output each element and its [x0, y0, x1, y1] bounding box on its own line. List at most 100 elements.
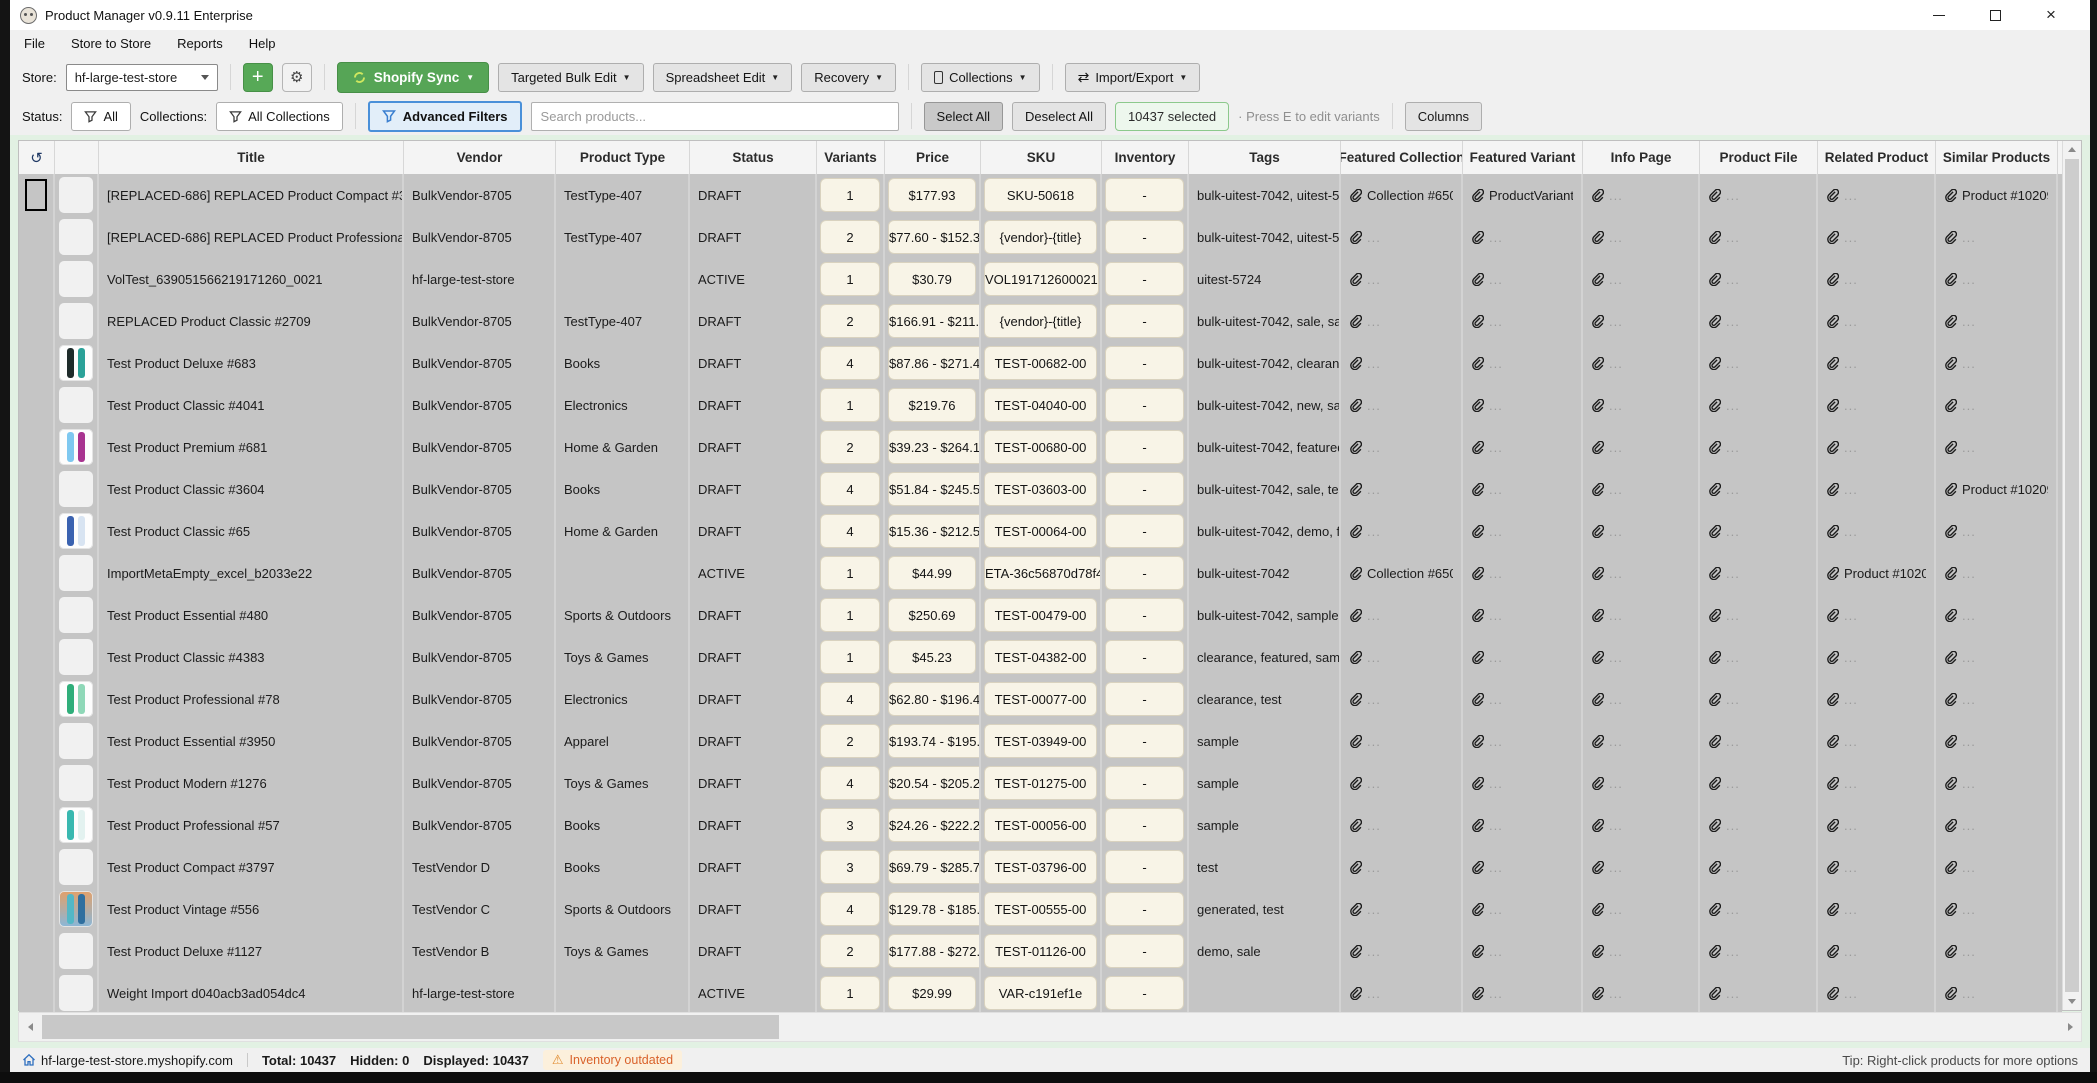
- row-select-cell[interactable]: [19, 846, 55, 888]
- similar-products-link[interactable]: ...: [1936, 804, 2058, 846]
- row-select-cell[interactable]: [19, 510, 55, 552]
- header-col-product-file[interactable]: Product File: [1700, 141, 1818, 174]
- featured-collection-link[interactable]: ...: [1341, 384, 1463, 426]
- row-select-cell[interactable]: [19, 174, 55, 216]
- featured-variant-link[interactable]: ...: [1463, 762, 1583, 804]
- row-select-cell[interactable]: [19, 426, 55, 468]
- select-cell[interactable]: [25, 389, 47, 421]
- select-cell[interactable]: [25, 431, 47, 463]
- table-row[interactable]: Test Product Classic #4041 BulkVendor-870…: [19, 384, 2062, 426]
- select-cell[interactable]: [25, 641, 47, 673]
- table-row[interactable]: [REPLACED-686] REPLACED Product Professi…: [19, 216, 2062, 258]
- sku-value[interactable]: SKU-50618: [984, 178, 1097, 212]
- product-file-link[interactable]: ...: [1700, 846, 1818, 888]
- product-file-link[interactable]: ...: [1700, 300, 1818, 342]
- related-product-link[interactable]: ...: [1818, 678, 1936, 720]
- variants-value[interactable]: 1: [820, 262, 880, 296]
- product-image-cell[interactable]: [55, 426, 99, 468]
- header-col-similar-products[interactable]: Similar Products: [1936, 141, 2058, 174]
- similar-products-link[interactable]: ...: [1936, 510, 2058, 552]
- sku-value[interactable]: TEST-04382-00: [984, 640, 1097, 674]
- info-page-link[interactable]: ...: [1583, 636, 1700, 678]
- add-store-button[interactable]: +: [242, 62, 273, 92]
- featured-variant-link[interactable]: ...: [1463, 258, 1583, 300]
- sku-value[interactable]: TEST-00682-00: [984, 346, 1097, 380]
- related-product-link[interactable]: ...: [1818, 888, 1936, 930]
- featured-collection-link[interactable]: ...: [1341, 972, 1463, 1014]
- product-image-cell[interactable]: [55, 300, 99, 342]
- select-cell[interactable]: [25, 851, 47, 883]
- table-row[interactable]: Test Product Deluxe #683 BulkVendor-8705 B…: [19, 342, 2062, 384]
- price-value[interactable]: $20.54 - $205.22: [888, 766, 979, 800]
- info-page-link[interactable]: ...: [1583, 678, 1700, 720]
- featured-variant-link[interactable]: ...: [1463, 678, 1583, 720]
- sku-value[interactable]: VOL191712600021: [984, 262, 1099, 296]
- price-value[interactable]: $87.86 - $271.48: [888, 346, 979, 380]
- featured-collection-link[interactable]: ...: [1341, 258, 1463, 300]
- row-select-cell[interactable]: [19, 468, 55, 510]
- related-product-link[interactable]: ...: [1818, 342, 1936, 384]
- table-row[interactable]: Test Product Professional #78 BulkVendor-…: [19, 678, 2062, 720]
- header-col-title[interactable]: Title: [99, 141, 404, 174]
- header-col-info-page[interactable]: Info Page: [1583, 141, 1700, 174]
- similar-products-link[interactable]: ...: [1936, 216, 2058, 258]
- price-value[interactable]: $44.99: [888, 556, 976, 590]
- inventory-value[interactable]: -: [1105, 850, 1184, 884]
- select-cell[interactable]: [25, 347, 47, 379]
- menu-store-to-store[interactable]: Store to Store: [71, 36, 151, 51]
- price-value[interactable]: $15.36 - $212.53: [888, 514, 979, 548]
- variants-value[interactable]: 2: [820, 724, 880, 758]
- select-cell[interactable]: [25, 263, 47, 295]
- info-page-link[interactable]: ...: [1583, 552, 1700, 594]
- featured-variant-link[interactable]: ...: [1463, 636, 1583, 678]
- inventory-value[interactable]: -: [1105, 808, 1184, 842]
- select-cell[interactable]: [25, 557, 47, 589]
- similar-products-link[interactable]: ...: [1936, 300, 2058, 342]
- featured-variant-link[interactable]: ...: [1463, 804, 1583, 846]
- inventory-value[interactable]: -: [1105, 892, 1184, 926]
- info-page-link[interactable]: ...: [1583, 720, 1700, 762]
- price-value[interactable]: $29.99: [888, 976, 976, 1010]
- header-col-product-type[interactable]: Product Type: [556, 141, 690, 174]
- product-file-link[interactable]: ...: [1700, 510, 1818, 552]
- table-row[interactable]: Test Product Professional #57 BulkVendor-…: [19, 804, 2062, 846]
- similar-products-link[interactable]: ...: [1936, 972, 2058, 1014]
- advanced-filters-button[interactable]: Advanced Filters: [367, 100, 522, 132]
- sku-value[interactable]: TEST-00064-00: [984, 514, 1097, 548]
- similar-products-link[interactable]: ...: [1936, 426, 2058, 468]
- variants-value[interactable]: 1: [820, 178, 880, 212]
- product-file-link[interactable]: ...: [1700, 888, 1818, 930]
- variants-value[interactable]: 2: [820, 934, 880, 968]
- collections-menu-button[interactable]: Collections ▼: [921, 62, 1040, 92]
- featured-collection-link[interactable]: ...: [1341, 426, 1463, 468]
- featured-variant-link[interactable]: ...: [1463, 216, 1583, 258]
- product-file-link[interactable]: ...: [1700, 426, 1818, 468]
- price-value[interactable]: $250.69: [888, 598, 976, 632]
- price-value[interactable]: $69.79 - $285.77: [888, 850, 979, 884]
- maximize-button[interactable]: [1980, 4, 2010, 26]
- table-row[interactable]: Test Product Vintage #556 TestVendor C Spo…: [19, 888, 2062, 930]
- collections-filter-button[interactable]: All Collections: [216, 101, 343, 131]
- table-row[interactable]: REPLACED Product Classic #2709 BulkVendor…: [19, 300, 2062, 342]
- similar-products-link[interactable]: ...: [1936, 888, 2058, 930]
- featured-variant-link[interactable]: ...: [1463, 720, 1583, 762]
- minimize-button[interactable]: [1924, 4, 1954, 26]
- header-col-inventory[interactable]: Inventory: [1102, 141, 1189, 174]
- featured-variant-link[interactable]: ...: [1463, 552, 1583, 594]
- product-image-cell[interactable]: [55, 174, 99, 216]
- product-file-link[interactable]: ...: [1700, 678, 1818, 720]
- select-cell[interactable]: [25, 893, 47, 925]
- select-cell[interactable]: [25, 515, 47, 547]
- row-select-cell[interactable]: [19, 384, 55, 426]
- price-value[interactable]: $30.79: [888, 262, 976, 296]
- import-export-button[interactable]: ⇄ Import/Export ▼: [1064, 62, 1201, 92]
- similar-products-link[interactable]: ...: [1936, 552, 2058, 594]
- featured-collection-link[interactable]: ...: [1341, 678, 1463, 720]
- table-row[interactable]: Test Product Deluxe #1127 TestVendor B Toy…: [19, 930, 2062, 972]
- related-product-link[interactable]: ...: [1818, 636, 1936, 678]
- info-page-link[interactable]: ...: [1583, 342, 1700, 384]
- header-col-price[interactable]: Price: [885, 141, 981, 174]
- table-row[interactable]: Test Product Modern #1276 BulkVendor-8705…: [19, 762, 2062, 804]
- info-page-link[interactable]: ...: [1583, 762, 1700, 804]
- select-cell[interactable]: [25, 305, 47, 337]
